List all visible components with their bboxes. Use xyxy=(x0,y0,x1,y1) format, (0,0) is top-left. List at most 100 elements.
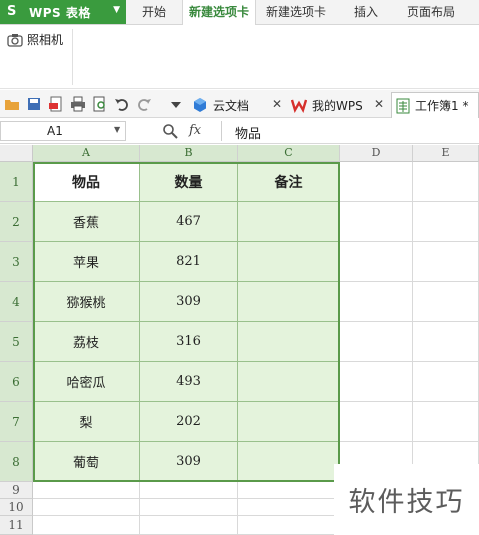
wps-logo-icon: S xyxy=(7,4,17,19)
table-cell[interactable]: 202 xyxy=(140,402,238,442)
table-cell[interactable] xyxy=(140,499,238,516)
select-all-corner[interactable] xyxy=(0,145,33,162)
table-cell[interactable] xyxy=(340,162,413,202)
table-cell[interactable] xyxy=(238,242,340,282)
wps-logo-icon xyxy=(291,99,307,113)
table-cell[interactable] xyxy=(238,202,340,242)
row-header-1[interactable]: 1 xyxy=(0,162,33,202)
open-folder-icon[interactable] xyxy=(4,96,20,112)
redo-icon[interactable] xyxy=(136,96,152,112)
table-cell[interactable]: 309 xyxy=(140,442,238,482)
search-icon[interactable] xyxy=(162,123,178,139)
column-header-e[interactable]: E xyxy=(413,145,479,162)
camera-icon xyxy=(7,33,23,47)
print-icon[interactable] xyxy=(70,96,86,112)
ribbon-tab-bar: S WPS 表格 ▼ 开始 新建选项卡 新建选项卡 插入 页面布局 xyxy=(0,0,479,26)
row-header-4[interactable]: 4 xyxy=(0,282,33,322)
tab-page-layout[interactable]: 页面布局 xyxy=(396,0,466,25)
table-cell[interactable] xyxy=(413,242,479,282)
header-cell[interactable]: 数量 xyxy=(140,162,238,202)
table-cell[interactable] xyxy=(238,499,340,516)
table-cell[interactable]: 467 xyxy=(140,202,238,242)
close-icon[interactable]: ✕ xyxy=(272,97,282,111)
tab-home[interactable]: 开始 xyxy=(126,0,182,25)
table-cell[interactable] xyxy=(340,242,413,282)
table-cell[interactable]: 493 xyxy=(140,362,238,402)
table-cell[interactable] xyxy=(238,482,340,499)
table-cell[interactable] xyxy=(33,482,140,499)
table-cell[interactable]: 苹果 xyxy=(33,242,140,282)
row-header-2[interactable]: 2 xyxy=(0,202,33,242)
tab-new-tab-1[interactable]: 新建选项卡 xyxy=(182,0,256,26)
table-cell[interactable] xyxy=(413,362,479,402)
row-header-7[interactable]: 7 xyxy=(0,402,33,442)
table-cell[interactable] xyxy=(140,516,238,535)
table-cell[interactable]: 荔枝 xyxy=(33,322,140,362)
row-header-6[interactable]: 6 xyxy=(0,362,33,402)
cloud-doc-icon xyxy=(194,98,206,112)
more-dropdown-icon[interactable] xyxy=(168,96,184,112)
ribbon-panel: 照相机 xyxy=(0,25,479,89)
row-header-5[interactable]: 5 xyxy=(0,322,33,362)
table-cell[interactable] xyxy=(413,202,479,242)
camera-button[interactable]: 照相机 xyxy=(7,31,63,48)
table-cell[interactable] xyxy=(238,402,340,442)
table-cell[interactable] xyxy=(340,322,413,362)
doc-tab-label: 工作簿1 * xyxy=(415,99,469,113)
column-header-d[interactable]: D xyxy=(340,145,413,162)
table-cell[interactable]: 梨 xyxy=(33,402,140,442)
row-header-11[interactable]: 11 xyxy=(0,516,33,535)
table-cell[interactable] xyxy=(413,282,479,322)
table-cell[interactable]: 821 xyxy=(140,242,238,282)
table-cell[interactable]: 香蕉 xyxy=(33,202,140,242)
table-cell[interactable]: 葡萄 xyxy=(33,442,140,482)
table-cell[interactable] xyxy=(340,362,413,402)
table-cell[interactable] xyxy=(340,402,413,442)
table-cell[interactable] xyxy=(33,499,140,516)
name-box[interactable]: A1 xyxy=(0,121,126,141)
table-cell[interactable] xyxy=(340,282,413,322)
table-cell[interactable] xyxy=(340,202,413,242)
formula-input[interactable]: 物品 xyxy=(235,123,261,142)
chevron-down-icon[interactable]: ▼ xyxy=(114,125,120,134)
column-header-c[interactable]: C xyxy=(238,145,340,162)
spreadsheet-icon xyxy=(396,98,410,113)
table-cell[interactable] xyxy=(413,402,479,442)
table-cell[interactable]: 309 xyxy=(140,282,238,322)
close-icon[interactable]: ✕ xyxy=(374,97,384,111)
table-cell[interactable] xyxy=(238,362,340,402)
formula-divider xyxy=(221,121,222,141)
save-icon[interactable] xyxy=(26,96,42,112)
column-header-a[interactable]: A xyxy=(33,145,140,162)
active-cell[interactable]: 物品 xyxy=(33,162,140,202)
tab-insert[interactable]: 插入 xyxy=(336,0,396,25)
table-cell[interactable] xyxy=(238,282,340,322)
column-header-b[interactable]: B xyxy=(140,145,238,162)
row-header-8[interactable]: 8 xyxy=(0,442,33,482)
print-preview-icon[interactable] xyxy=(92,96,108,112)
table-cell[interactable]: 316 xyxy=(140,322,238,362)
function-icon[interactable]: fx xyxy=(189,123,201,138)
chevron-down-icon: ▼ xyxy=(113,5,120,15)
table-cell[interactable] xyxy=(33,516,140,535)
header-cell[interactable]: 备注 xyxy=(238,162,340,202)
doc-tab-label: 云文档 xyxy=(213,98,250,113)
export-pdf-icon[interactable] xyxy=(48,96,64,112)
table-cell[interactable] xyxy=(238,322,340,362)
table-cell[interactable]: 猕猴桃 xyxy=(33,282,140,322)
row-header-10[interactable]: 10 xyxy=(0,499,33,516)
row-header-9[interactable]: 9 xyxy=(0,482,33,499)
row-header-3[interactable]: 3 xyxy=(0,242,33,282)
table-cell[interactable] xyxy=(238,442,340,482)
undo-icon[interactable] xyxy=(114,96,130,112)
app-menu-button[interactable]: S WPS 表格 ▼ xyxy=(0,0,126,24)
camera-label: 照相机 xyxy=(27,33,64,47)
doc-tab-workbook[interactable]: 工作簿1 * xyxy=(391,92,479,118)
doc-tab-label: 我的WPS xyxy=(312,98,363,113)
table-cell[interactable] xyxy=(238,516,340,535)
tab-new-tab-2[interactable]: 新建选项卡 xyxy=(256,0,336,25)
table-cell[interactable] xyxy=(140,482,238,499)
table-cell[interactable] xyxy=(413,162,479,202)
table-cell[interactable]: 哈密瓜 xyxy=(33,362,140,402)
table-cell[interactable] xyxy=(413,322,479,362)
